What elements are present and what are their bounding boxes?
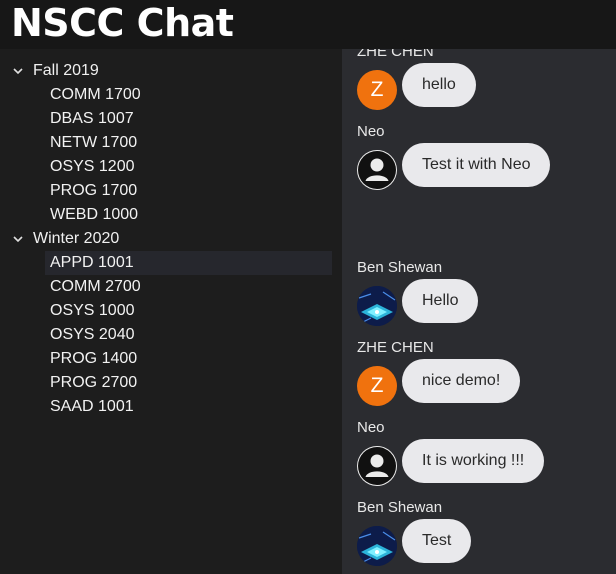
- course-prog-1400[interactable]: PROG 1400: [45, 347, 332, 371]
- avatar: [357, 150, 397, 190]
- message-sender: ZHE CHEN: [357, 49, 434, 60]
- message-sender: Neo: [357, 123, 385, 140]
- course-prog-1700[interactable]: PROG 1700: [45, 179, 332, 203]
- message-sender: Ben Shewan: [357, 259, 443, 276]
- circuit-board-icon: [357, 286, 397, 326]
- message-bubble: It is working !!!: [402, 439, 545, 483]
- chevron-down-icon: [10, 231, 26, 247]
- term-winter-2020[interactable]: Winter 2020: [10, 227, 119, 251]
- circuit-board-icon: [357, 526, 397, 566]
- course-appd-1001[interactable]: APPD 1001: [45, 251, 332, 275]
- avatar: Z: [357, 366, 397, 406]
- term-label: Winter 2020: [33, 230, 120, 247]
- course-osys-1000[interactable]: OSYS 1000: [45, 299, 332, 323]
- message-sender: ZHE CHEN: [357, 339, 434, 356]
- message-sender: Ben Shewan: [357, 499, 443, 516]
- course-sidebar: Fall 2019 COMM 1700 DBAS 1007 NETW 1700 …: [0, 49, 342, 574]
- chevron-down-icon: [10, 63, 26, 79]
- course-saad-1001[interactable]: SAAD 1001: [45, 395, 332, 419]
- avatar: [357, 526, 397, 566]
- avatar: Z: [357, 70, 397, 110]
- course-comm-2700[interactable]: COMM 2700: [45, 275, 332, 299]
- app-title: NSCC Chat: [11, 1, 234, 45]
- avatar: [357, 286, 397, 326]
- course-osys-2040[interactable]: OSYS 2040: [45, 323, 332, 347]
- course-prog-2700[interactable]: PROG 2700: [45, 371, 332, 395]
- message-bubble: Test: [402, 519, 472, 563]
- course-netw-1700[interactable]: NETW 1700: [45, 131, 332, 155]
- chat-panel[interactable]: ZHE CHEN Z hello Neo Test it with Neo Be…: [342, 49, 616, 574]
- term-label: Fall 2019: [33, 62, 99, 79]
- message-bubble: nice demo!: [402, 359, 521, 403]
- term-fall-2019[interactable]: Fall 2019: [10, 59, 99, 83]
- message-bubble: hello: [402, 63, 476, 107]
- app-header: NSCC Chat: [0, 0, 616, 49]
- course-comm-1700[interactable]: COMM 1700: [45, 83, 332, 107]
- message-bubble: Test it with Neo: [402, 143, 551, 187]
- user-silhouette-icon: [358, 447, 396, 485]
- course-webd-1000[interactable]: WEBD 1000: [45, 203, 332, 227]
- message-sender: Neo: [357, 419, 385, 436]
- user-silhouette-icon: [358, 151, 396, 189]
- course-osys-1200[interactable]: OSYS 1200: [45, 155, 332, 179]
- message-bubble: Hello: [402, 279, 479, 323]
- avatar: [357, 446, 397, 486]
- course-dbas-1007[interactable]: DBAS 1007: [45, 107, 332, 131]
